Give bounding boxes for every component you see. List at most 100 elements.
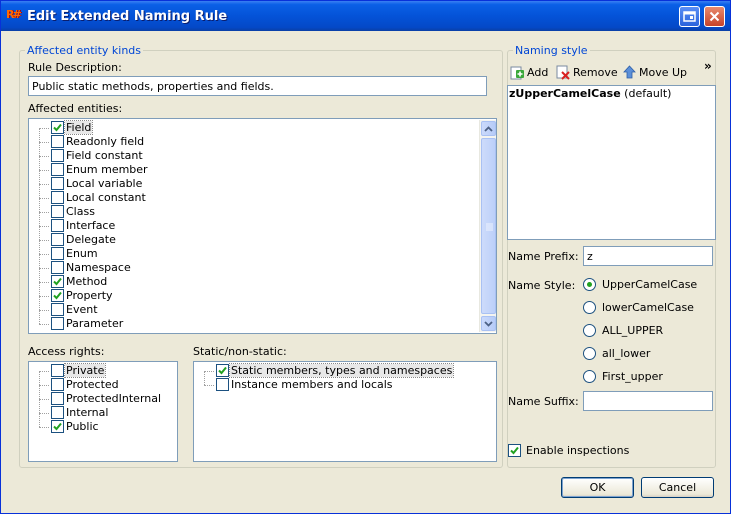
name-suffix-input[interactable]	[583, 391, 713, 411]
cancel-button[interactable]: Cancel	[641, 477, 714, 498]
static-option-checkbox[interactable]	[216, 378, 229, 391]
tree-connector-branch	[39, 268, 49, 269]
name-suffix-label: Name Suffix:	[508, 395, 579, 408]
entity-label[interactable]: Property	[65, 289, 114, 302]
access-right-checkbox[interactable]	[51, 406, 64, 419]
entity-checkbox[interactable]	[51, 163, 64, 176]
entity-label[interactable]: Local variable	[65, 177, 143, 190]
entity-checkbox[interactable]	[51, 121, 64, 134]
scroll-down-button[interactable]	[481, 316, 496, 331]
tree-connector-branch	[39, 212, 49, 213]
access-right-checkbox[interactable]	[51, 364, 64, 377]
tree-connector-branch	[39, 128, 49, 129]
static-non-static-list[interactable]: Static members, types and namespaces Inst…	[193, 361, 497, 462]
affected-entities-list[interactable]: Field Readonly field Field constant Enum me…	[28, 118, 497, 334]
entity-label[interactable]: Class	[65, 205, 96, 218]
name-style-radio[interactable]	[583, 301, 596, 314]
name-style-option-label[interactable]: First_upper	[602, 370, 663, 383]
add-style-button[interactable]: Add	[509, 64, 548, 80]
scroll-up-button[interactable]	[481, 121, 496, 136]
checkmark-icon	[53, 123, 62, 132]
access-right-checkbox[interactable]	[51, 378, 64, 391]
move-up-style-button[interactable]: Move Up	[622, 64, 687, 80]
entity-checkbox[interactable]	[51, 135, 64, 148]
entity-checkbox[interactable]	[51, 149, 64, 162]
checkmark-icon	[53, 277, 62, 286]
access-rights-list[interactable]: Private Protected ProtectedInternal Interna…	[28, 361, 178, 462]
name-style-option-label[interactable]: ALL_UPPER	[602, 324, 663, 337]
enable-inspections-label: Enable inspections	[526, 444, 630, 457]
entity-checkbox[interactable]	[51, 233, 64, 246]
scroll-thumb[interactable]	[481, 138, 496, 314]
arrow-up-icon	[623, 65, 636, 79]
entity-label[interactable]: Field constant	[65, 149, 144, 162]
entity-checkbox[interactable]	[51, 205, 64, 218]
entity-label[interactable]: Field	[63, 120, 94, 135]
entity-label[interactable]: Event	[65, 303, 99, 316]
entity-label[interactable]: Interface	[65, 219, 116, 232]
entity-label[interactable]: Readonly field	[65, 135, 145, 148]
window-close-button[interactable]	[704, 6, 725, 27]
entity-label[interactable]: Namespace	[65, 261, 132, 274]
move-up-style-label: Move Up	[639, 65, 688, 79]
rule-description-input[interactable]: Public static methods, properties and fi…	[28, 76, 487, 96]
title-bar[interactable]: R# Edit Extended Naming Rule	[1, 1, 730, 31]
access-right-label[interactable]: Protected	[65, 378, 120, 391]
entity-checkbox[interactable]	[51, 219, 64, 232]
entity-label[interactable]: Parameter	[65, 317, 124, 330]
entity-label[interactable]: Local constant	[65, 191, 147, 204]
naming-styles-list[interactable]: zUpperCamelCase (default)	[507, 85, 716, 240]
entity-label[interactable]: Delegate	[65, 233, 117, 246]
static-option-label[interactable]: Static members, types and namespaces	[228, 363, 455, 378]
checkmark-icon	[53, 291, 62, 300]
static-non-static-label: Static/non-static:	[193, 345, 287, 358]
access-right-label[interactable]: ProtectedInternal	[65, 392, 162, 405]
enable-inspections-checkbox[interactable]	[508, 444, 521, 457]
window-help-button[interactable]	[679, 6, 700, 27]
add-style-label: Add	[527, 65, 549, 79]
entity-label[interactable]: Enum member	[65, 163, 149, 176]
entity-label[interactable]: Enum	[65, 247, 99, 260]
access-right-label[interactable]: Public	[65, 420, 100, 433]
static-option-checkbox[interactable]	[216, 364, 229, 377]
entity-label[interactable]: Method	[65, 275, 108, 288]
access-right-label[interactable]: Internal	[65, 406, 109, 419]
affected-entity-kinds-legend: Affected entity kinds	[25, 44, 144, 57]
name-style-radio[interactable]	[583, 324, 596, 337]
naming-style-item[interactable]: zUpperCamelCase (default)	[509, 87, 671, 101]
entity-checkbox[interactable]	[51, 317, 64, 330]
remove-style-button[interactable]: Remove	[555, 64, 618, 80]
tree-connector-branch	[39, 413, 49, 414]
naming-style-default-marker: (default)	[620, 87, 672, 100]
entity-checkbox[interactable]	[51, 261, 64, 274]
name-style-radio[interactable]	[583, 347, 596, 360]
tree-connector-branch	[39, 226, 49, 227]
access-right-checkbox[interactable]	[51, 392, 64, 405]
ok-button[interactable]: OK	[561, 477, 634, 498]
access-right-checkbox[interactable]	[51, 420, 64, 433]
name-style-option-label[interactable]: all_lower	[602, 347, 650, 360]
entity-checkbox[interactable]	[51, 191, 64, 204]
name-style-radio[interactable]	[583, 278, 596, 291]
name-style-option-label[interactable]: lowerCamelCase	[602, 301, 694, 314]
static-option-label[interactable]: Instance members and locals	[230, 378, 394, 391]
tree-connector-branch	[39, 310, 49, 311]
tree-connector-branch	[39, 324, 49, 325]
naming-style-legend: Naming style	[513, 44, 590, 57]
chevron-down-icon	[484, 320, 493, 327]
window-restore-icon	[683, 11, 696, 22]
resharper-app-icon: R#	[6, 8, 22, 21]
entity-checkbox[interactable]	[51, 289, 64, 302]
entity-checkbox[interactable]	[51, 177, 64, 190]
entity-checkbox[interactable]	[51, 303, 64, 316]
tree-connector-branch	[39, 282, 49, 283]
name-style-radio[interactable]	[583, 370, 596, 383]
affected-entities-scrollbar[interactable]	[479, 120, 496, 332]
name-prefix-input[interactable]: z	[583, 246, 713, 266]
entity-checkbox[interactable]	[51, 275, 64, 288]
entity-checkbox[interactable]	[51, 247, 64, 260]
access-right-label[interactable]: Private	[63, 363, 107, 378]
toolbar-overflow-button[interactable]: »	[704, 59, 712, 73]
tree-connector-branch	[39, 254, 49, 255]
name-style-option-label[interactable]: UpperCamelCase	[602, 278, 697, 291]
